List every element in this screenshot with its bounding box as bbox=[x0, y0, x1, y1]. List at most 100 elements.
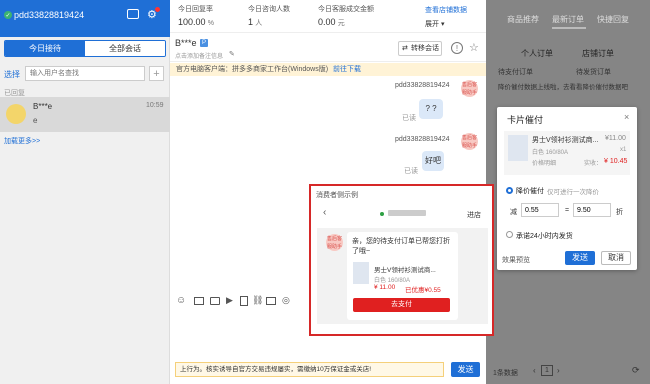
active-tab-indicator bbox=[552, 27, 586, 29]
actual-label: 实收： bbox=[584, 161, 603, 167]
pending-payment-tab[interactable]: 待支付订单 bbox=[498, 67, 533, 77]
pay-now-button: 去支付 bbox=[353, 298, 450, 312]
discount-banner: 降价催付数据上线啦，去看看降价催付数据吧 bbox=[498, 84, 628, 91]
send-button[interactable]: 发送 bbox=[451, 362, 480, 377]
agent-avatar: 售后客服助手 bbox=[326, 234, 343, 251]
link-icon[interactable]: ⛓ bbox=[252, 295, 263, 306]
pagination-count: 1条数据 bbox=[493, 370, 518, 377]
add-icon[interactable]: + bbox=[149, 66, 164, 81]
chat-header: B***e P 点击添加备注信息 ✎ ⇄ 转移会话 ! ☆ bbox=[170, 34, 486, 62]
folder-icon[interactable] bbox=[210, 297, 220, 305]
subtab-shop[interactable]: 店铺订单 bbox=[582, 48, 614, 59]
agent-avatar: 售后客服助手 bbox=[461, 133, 478, 150]
discount-option-label[interactable]: 降价催付 bbox=[516, 186, 544, 196]
product-card: 男士V领衬衫测试商... ¥11.00 白色 160/80A x1 价格明细 实… bbox=[504, 131, 630, 175]
download-link[interactable]: 前往下载 bbox=[333, 66, 361, 73]
load-more-link[interactable]: 加载更多>> bbox=[4, 136, 40, 146]
preview-link[interactable]: 效果预览 bbox=[502, 255, 530, 265]
online-status-icon: ✓ bbox=[4, 11, 12, 19]
radio-selected-icon[interactable] bbox=[506, 187, 513, 194]
dialog-title: 卡片催付 bbox=[507, 115, 544, 125]
image-icon[interactable] bbox=[194, 297, 204, 305]
example-text: 亲，您的待支付订单已帮您打折了哦~ bbox=[352, 238, 450, 255]
expand-button[interactable]: 展开 ▾ bbox=[425, 19, 444, 29]
tab-today[interactable]: 今日接待 bbox=[5, 41, 85, 56]
discount-amount-input[interactable] bbox=[521, 203, 559, 217]
subtab-personal[interactable]: 个人订单 bbox=[521, 48, 553, 59]
example-product-spec: 白色 160/80A bbox=[374, 278, 411, 284]
enter-shop-link: 进店 bbox=[467, 212, 481, 219]
stat-reply-rate: 今日回复率 100.00 % bbox=[178, 6, 214, 27]
online-dot bbox=[380, 212, 384, 216]
product-image bbox=[508, 135, 528, 161]
conversation-preview: e bbox=[33, 116, 38, 125]
tab-all[interactable]: 全部会话 bbox=[85, 41, 165, 56]
warning-banner: 上行为。核实诱导自官方交易违规屡实，需缴纳10万保证金或关店! bbox=[175, 362, 444, 377]
example-product-title: 男士V领衬衫测试商... bbox=[374, 267, 436, 274]
shop-data-link[interactable]: 查看店铺数据 bbox=[425, 5, 467, 15]
page-next-icon[interactable]: › bbox=[557, 366, 560, 375]
equals-sign: = bbox=[565, 207, 570, 214]
rate-unit: 折 bbox=[616, 209, 623, 216]
example-message: 亲，您的待支付订单已帮您打折了哦~ 男士V领衬衫测试商... 白色 160/80… bbox=[347, 232, 458, 320]
page-number[interactable]: 1 bbox=[541, 365, 553, 376]
tab-quick-reply[interactable]: 快捷回复 bbox=[597, 14, 629, 25]
stats-bar: 今日回复率 100.00 % 今日咨询人数 1 人 今日客服成交金额 0.00 … bbox=[170, 0, 486, 33]
notification-dot bbox=[155, 7, 160, 12]
back-icon: ‹ bbox=[323, 207, 327, 218]
page-prev-icon[interactable]: ‹ bbox=[533, 366, 536, 375]
customer-name: B***e bbox=[175, 38, 197, 48]
customer-note[interactable]: 点击添加备注信息 bbox=[175, 51, 223, 60]
warning-icon[interactable]: ! bbox=[451, 42, 463, 54]
dialog-send-button[interactable]: 发送 bbox=[565, 251, 595, 265]
example-price: ¥ 11.00 bbox=[374, 284, 396, 291]
conversation-panel bbox=[0, 0, 170, 384]
discount-option-note: 仅可进行一次降价 bbox=[547, 189, 599, 196]
conversation-tabs: 今日接待 全部会话 bbox=[4, 40, 166, 57]
message-icon[interactable] bbox=[127, 9, 139, 19]
transfer-icon: ⇄ bbox=[402, 45, 408, 52]
example-title: 消费者侧示例 bbox=[316, 192, 358, 199]
message-bubble: 好吧 bbox=[422, 151, 444, 171]
refresh-icon[interactable]: ⟳ bbox=[632, 365, 640, 376]
card-reminder-dialog: 卡片催付 × 男士V领衬衫测试商... ¥11.00 白色 160/80A x1… bbox=[497, 107, 637, 270]
transfer-button[interactable]: ⇄ 转移会话 bbox=[398, 41, 442, 56]
message-sender: pdd33828819424 bbox=[395, 82, 450, 89]
coupon-icon[interactable]: ◎ bbox=[282, 295, 290, 306]
customer-preview-example: 消费者侧示例 ‹ 进店 售后客服助手 亲，您的待支付订单已帮您打折了哦~ 男士V… bbox=[309, 184, 494, 336]
conversation-item[interactable]: B***e 10:59 e bbox=[0, 97, 170, 132]
conversation-time: 10:59 bbox=[146, 102, 164, 109]
price-detail[interactable]: 价格明细 bbox=[532, 158, 556, 167]
close-icon[interactable]: × bbox=[624, 112, 629, 122]
product-title: 男士V领衬衫测试商... bbox=[532, 137, 599, 144]
order-icon[interactable] bbox=[240, 296, 248, 306]
tab-latest-orders[interactable]: 最新订单 bbox=[552, 14, 584, 25]
ship-promise-label[interactable]: 承诺24小时内发货 bbox=[516, 231, 573, 241]
shop-name-blurred bbox=[388, 210, 426, 216]
example-product-image bbox=[353, 262, 369, 284]
discount-rate-input[interactable] bbox=[573, 203, 611, 217]
tab-recommend[interactable]: 商品推荐 bbox=[507, 14, 539, 25]
edit-icon[interactable]: ✎ bbox=[229, 50, 235, 58]
stat-sales-amount: 今日客服成交金额 0.00 元 bbox=[318, 6, 374, 27]
user-search-input[interactable] bbox=[25, 66, 145, 81]
product-price: ¥11.00 bbox=[605, 135, 626, 142]
download-notice: 官方电脑客户端：拼多多商家工作台(Windows版) 前往下载 bbox=[170, 63, 486, 76]
compose-area: 上行为。核实诱导自官方交易违规屡实，需缴纳10万保证金或关店! 发送 bbox=[170, 358, 486, 384]
reduce-label: 减 bbox=[510, 209, 517, 216]
radio-unselected-icon[interactable] bbox=[506, 231, 513, 238]
emoji-icon[interactable]: ☺ bbox=[176, 295, 186, 306]
video-icon[interactable]: ▶ bbox=[226, 295, 233, 306]
read-status: 已读 bbox=[404, 168, 418, 175]
star-icon[interactable]: ☆ bbox=[469, 41, 479, 54]
dialog-cancel-button[interactable]: 取消 bbox=[601, 251, 631, 265]
select-link[interactable]: 选择 bbox=[4, 69, 20, 80]
stat-consult-count: 今日咨询人数 1 人 bbox=[248, 6, 290, 27]
card-icon[interactable] bbox=[266, 297, 276, 305]
message-bubble: ? ? bbox=[419, 99, 443, 119]
pending-shipment-tab[interactable]: 待发货订单 bbox=[576, 67, 611, 77]
chevron-down-icon: ▾ bbox=[440, 21, 445, 28]
account-header: ✓ pdd33828819424 ⚙ bbox=[0, 0, 170, 37]
example-discount: 已优惠¥0.55 bbox=[405, 287, 441, 294]
product-spec: 白色 160/80A bbox=[532, 150, 569, 156]
